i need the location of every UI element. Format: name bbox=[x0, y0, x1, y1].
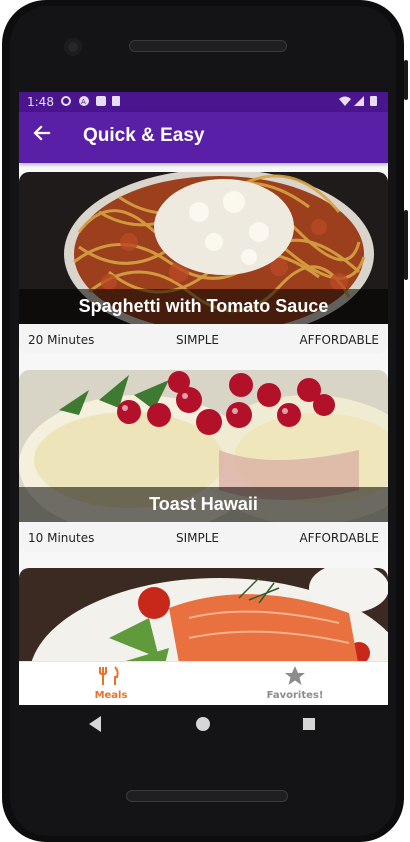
device-screen: 1:48 A Quick & Easy Spaghetti with Tomat… bbox=[19, 92, 388, 705]
page-title: Quick & Easy bbox=[83, 125, 205, 146]
power-button bbox=[404, 60, 408, 100]
meal-title: Toast Hawaii bbox=[19, 487, 388, 522]
meal-duration: 10 Minutes bbox=[28, 531, 95, 545]
meal-complexity: SIMPLE bbox=[176, 333, 220, 347]
meal-affordability: AFFORDABLE bbox=[299, 333, 379, 347]
meal-image bbox=[19, 568, 388, 661]
system-status-icons bbox=[338, 95, 382, 110]
star-icon bbox=[285, 666, 305, 685]
meal-duration: 20 Minutes bbox=[28, 333, 95, 347]
tab-label: Meals bbox=[94, 690, 128, 701]
meal-list[interactable]: Spaghetti with Tomato Sauce 20 Minutes S… bbox=[19, 172, 388, 661]
svg-text:A: A bbox=[81, 98, 89, 106]
meal-complexity: SIMPLE bbox=[176, 531, 220, 545]
tab-meals[interactable]: Meals bbox=[19, 662, 203, 705]
recents-square-icon[interactable] bbox=[301, 715, 317, 733]
notification-icons: A bbox=[59, 95, 129, 110]
tab-label: Favorites! bbox=[266, 690, 324, 701]
front-camera bbox=[64, 38, 82, 56]
home-circle-icon[interactable] bbox=[195, 715, 211, 733]
system-navigation-bar bbox=[19, 705, 388, 747]
meal-card-toast-hawaii[interactable]: Toast Hawaii 10 Minutes SIMPLE AFFORDABL… bbox=[19, 370, 388, 552]
earpiece-speaker bbox=[129, 40, 287, 52]
status-notification-icons: A bbox=[61, 96, 120, 106]
meal-title: Spaghetti with Tomato Sauce bbox=[19, 289, 388, 324]
status-time: 1:48 bbox=[27, 95, 54, 109]
meal-details-row: 10 Minutes SIMPLE AFFORDABLE bbox=[19, 522, 388, 552]
meal-details-row: 20 Minutes SIMPLE AFFORDABLE bbox=[19, 324, 388, 354]
bottom-navigation: Meals Favorites! bbox=[19, 661, 388, 705]
app-bar: Quick & Easy bbox=[19, 112, 388, 163]
bottom-speaker bbox=[126, 790, 288, 802]
wifi-signal-battery-icon bbox=[339, 96, 377, 106]
arrow-back-icon[interactable] bbox=[33, 123, 51, 149]
meal-affordability: AFFORDABLE bbox=[299, 531, 379, 545]
meal-card-salmon[interactable] bbox=[19, 568, 388, 661]
meal-card-spaghetti[interactable]: Spaghetti with Tomato Sauce 20 Minutes S… bbox=[19, 172, 388, 354]
tab-favorites[interactable]: Favorites! bbox=[203, 662, 387, 705]
back-triangle-icon[interactable] bbox=[87, 715, 103, 733]
volume-button bbox=[404, 210, 408, 280]
restaurant-icon bbox=[99, 666, 119, 685]
status-bar: 1:48 A bbox=[19, 92, 388, 112]
